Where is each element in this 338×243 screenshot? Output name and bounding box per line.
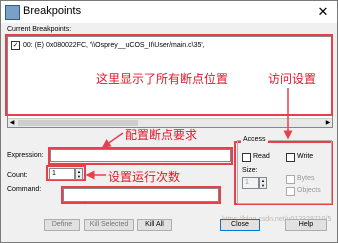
write-checkbox[interactable] xyxy=(286,153,295,162)
objects-label: Objects xyxy=(297,187,321,194)
bytes-label: Bytes xyxy=(297,175,315,182)
help-button[interactable]: Help xyxy=(285,219,327,231)
objects-radio[interactable] xyxy=(286,187,295,196)
define-button[interactable]: Define xyxy=(44,219,80,231)
kill-selected-button[interactable]: Kill Selected xyxy=(84,219,134,231)
annotation-arrows xyxy=(85,88,293,180)
access-title: Access xyxy=(241,136,268,143)
read-label: Read xyxy=(253,153,270,160)
count-stepper[interactable]: ▲ ▼ xyxy=(75,168,83,180)
size-label: Size: xyxy=(242,167,258,174)
expression-label: Expression: xyxy=(7,152,44,159)
kill-all-button[interactable]: Kill All xyxy=(137,219,172,231)
command-input[interactable] xyxy=(63,188,219,202)
size-input[interactable]: 1 xyxy=(242,177,259,189)
close-button[interactable]: Close xyxy=(220,219,260,231)
count-label: Count: xyxy=(7,172,28,179)
write-label: Write xyxy=(297,153,314,160)
bytes-radio[interactable] xyxy=(286,175,295,184)
size-stepper[interactable]: ▲ ▼ xyxy=(259,177,267,189)
count-input[interactable]: 1 xyxy=(49,168,75,180)
expression-input[interactable] xyxy=(50,149,231,162)
read-checkbox[interactable] xyxy=(242,153,251,162)
command-label: Command: xyxy=(7,186,42,193)
config-arrow xyxy=(101,132,124,148)
